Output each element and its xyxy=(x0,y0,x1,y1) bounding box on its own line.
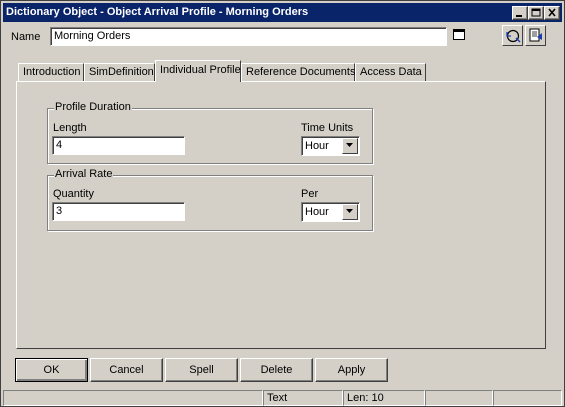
delete-button[interactable]: Delete xyxy=(240,358,313,382)
length-input[interactable]: 4 xyxy=(52,136,185,155)
maximize-icon xyxy=(531,8,541,17)
status-cell-main xyxy=(3,390,263,406)
ok-button[interactable]: OK xyxy=(15,358,88,382)
per-value: Hour xyxy=(305,206,329,218)
refresh-tool-button[interactable] xyxy=(502,25,523,46)
time-units-dropdown-button[interactable] xyxy=(342,138,358,154)
arrival-rate-title: Arrival Rate xyxy=(54,168,114,180)
document-icon xyxy=(529,28,542,42)
dialog-window: Dictionary Object - Object Arrival Profi… xyxy=(0,0,565,407)
window-title: Dictionary Object - Object Arrival Profi… xyxy=(6,6,309,18)
tab-individual-profile[interactable]: Individual Profile xyxy=(155,60,241,82)
minimize-button[interactable] xyxy=(512,6,528,20)
close-icon xyxy=(548,8,556,17)
status-length: Len: 10 xyxy=(343,390,425,406)
tab-reference-documents[interactable]: Reference Documents xyxy=(241,63,355,81)
chevron-down-icon xyxy=(346,209,353,213)
apply-button[interactable]: Apply xyxy=(315,358,388,382)
quantity-input[interactable]: 3 xyxy=(52,202,185,221)
properties-tool-button[interactable] xyxy=(525,25,546,46)
name-field[interactable]: Morning Orders xyxy=(50,27,447,46)
cancel-button[interactable]: Cancel xyxy=(90,358,163,382)
maximize-button[interactable] xyxy=(528,6,544,20)
title-bar[interactable]: Dictionary Object - Object Arrival Profi… xyxy=(3,3,562,22)
time-units-label: Time Units xyxy=(301,122,354,134)
name-expand-button[interactable] xyxy=(452,28,467,43)
tab-introduction[interactable]: Introduction xyxy=(18,63,84,81)
time-units-select[interactable]: Hour xyxy=(301,136,360,156)
expand-icon xyxy=(453,29,465,40)
spell-button[interactable]: Spell xyxy=(165,358,238,382)
refresh-icon xyxy=(506,29,521,43)
minimize-icon xyxy=(516,15,522,17)
tab-simdefinition[interactable]: SimDefinition xyxy=(84,63,155,81)
tab-access-data[interactable]: Access Data xyxy=(355,63,426,81)
per-select[interactable]: Hour xyxy=(301,202,360,222)
status-cell-5 xyxy=(493,390,562,406)
time-units-value: Hour xyxy=(305,140,329,152)
quantity-label: Quantity xyxy=(53,188,94,200)
name-label: Name xyxy=(11,31,41,43)
status-mode: Text xyxy=(263,390,343,406)
per-label: Per xyxy=(301,188,319,200)
length-label: Length xyxy=(53,122,87,134)
status-cell-4 xyxy=(425,390,493,406)
close-button[interactable] xyxy=(544,6,560,20)
chevron-down-icon xyxy=(346,143,353,147)
per-dropdown-button[interactable] xyxy=(342,204,358,220)
profile-duration-title: Profile Duration xyxy=(54,101,132,113)
